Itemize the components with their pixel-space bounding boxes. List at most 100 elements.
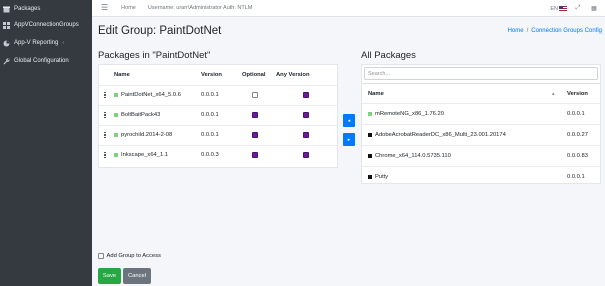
- all-packages-title: All Packages: [361, 50, 416, 61]
- drag-handle-icon[interactable]: [103, 151, 107, 159]
- sidebar-item-appvconnectiongroups[interactable]: AppVConnectionGroups: [0, 16, 79, 34]
- package-name: pyrochild.2014-2-08: [114, 132, 172, 138]
- package-status-icon: [114, 113, 118, 117]
- drag-handle-icon[interactable]: [103, 131, 107, 139]
- package-name: mRemoteNG_x86_1.76.20: [368, 111, 444, 117]
- package-status-icon: [368, 133, 372, 137]
- any-version-checkbox[interactable]: [303, 132, 309, 138]
- package-name-text: Inkscape_x64_1.1: [121, 152, 169, 158]
- package-icon: [3, 6, 10, 13]
- table-row[interactable]: AdobeAcrobatReaderDC_x86_Multi_23.001.20…: [362, 124, 600, 145]
- optional-checkbox[interactable]: [252, 152, 258, 158]
- column-any-version: Any Version: [276, 72, 310, 78]
- package-name-text: PaintDotNet_x64_5.0.6: [121, 92, 181, 98]
- remove-from-group-button[interactable]: ▸: [343, 133, 355, 146]
- save-button[interactable]: Save: [98, 268, 121, 284]
- sidebar: Packages AppVConnectionGroups App-V Repo…: [0, 0, 92, 286]
- optional-checkbox[interactable]: [252, 132, 258, 138]
- add-to-group-button[interactable]: ◂: [343, 114, 355, 127]
- table-row[interactable]: Putty 0.0.0.1: [362, 166, 600, 187]
- breadcrumb: Home / Connection Groups Config: [508, 28, 602, 34]
- user-info: Username: urarr\Administrator Auth: NTLM: [147, 5, 253, 11]
- package-name: Putty: [368, 174, 388, 180]
- package-name-text: mRemoteNG_x86_1.76.20: [375, 111, 444, 117]
- breadcrumb-separator: /: [526, 28, 529, 34]
- package-status-icon: [368, 175, 372, 179]
- package-version: 0.0.0.1: [201, 92, 219, 98]
- chevron-left-icon: ‹: [62, 40, 65, 46]
- grid-icon: [3, 21, 10, 29]
- apps-grid-icon[interactable]: ▦: [589, 5, 599, 12]
- any-version-checkbox[interactable]: [303, 152, 309, 158]
- column-optional: Optional: [242, 72, 266, 78]
- drag-handle-icon[interactable]: [103, 91, 107, 99]
- package-status-icon: [114, 93, 118, 97]
- all-packages-table: Name ▲ Version mRemoteNG_x86_1.76.20 0.0…: [361, 64, 601, 184]
- package-name: Chrome_x64_114.0.5735.110: [368, 153, 451, 159]
- package-name: PaintDotNet_x64_5.0.6: [114, 92, 181, 98]
- table-header: Name ▲ Version: [362, 83, 600, 103]
- sidebar-item-label: Packages: [14, 6, 41, 12]
- package-status-icon: [114, 153, 118, 157]
- package-name: BoltBaitPack43: [114, 112, 160, 118]
- cancel-button[interactable]: Cancel: [123, 268, 151, 284]
- package-status-icon: [114, 133, 118, 137]
- menu-icon[interactable]: ☰: [101, 4, 108, 12]
- any-version-checkbox[interactable]: [303, 92, 309, 98]
- any-version-checkbox[interactable]: [303, 112, 309, 118]
- drag-handle-icon[interactable]: [103, 111, 107, 119]
- package-version: 0.0.0.3: [201, 152, 219, 158]
- package-version: 0.0.0.1: [201, 132, 219, 138]
- sidebar-item-global-configuration[interactable]: Global Configuration: [0, 52, 69, 70]
- package-name-text: pyrochild.2014-2-08: [121, 132, 173, 138]
- optional-checkbox[interactable]: [252, 112, 258, 118]
- fullscreen-icon[interactable]: ⤢: [573, 5, 583, 12]
- table-row: pyrochild.2014-2-08 0.0.0.1: [99, 125, 337, 144]
- group-packages-table: Name Version Optional Any Version PaintD…: [98, 64, 338, 168]
- chart-icon: [3, 40, 10, 47]
- add-group-to-access-checkbox[interactable]: [98, 253, 104, 259]
- package-version: 0.0.0.27: [567, 132, 588, 138]
- table-row: BoltBaitPack43 0.0.0.1: [99, 105, 337, 124]
- us-flag-icon: [559, 5, 567, 12]
- table-row[interactable]: mRemoteNG_x86_1.76.20 0.0.0.1: [362, 103, 600, 124]
- add-group-to-access-label: Add Group to Access: [106, 253, 161, 259]
- table-row[interactable]: Chrome_x64_114.0.5735.110 0.0.0.83: [362, 145, 600, 166]
- column-name: Name: [114, 72, 130, 78]
- package-version: 0.0.0.1: [201, 112, 219, 118]
- package-name: AdobeAcrobatReaderDC_x86_Multi_23.001.20…: [368, 132, 506, 138]
- table-header: Name Version Optional Any Version: [99, 65, 337, 85]
- search-input[interactable]: [364, 67, 598, 80]
- add-group-to-access[interactable]: Add Group to Access: [98, 253, 161, 259]
- top-navbar: ☰ Home Username: urarr\Administrator Aut…: [92, 0, 605, 17]
- package-name: Inkscape_x64_1.1: [114, 152, 168, 158]
- table-row: Inkscape_x64_1.1 0.0.0.3: [99, 145, 337, 164]
- sidebar-item-label: Global Configuration: [14, 58, 69, 64]
- breadcrumb-home[interactable]: Home: [508, 28, 524, 34]
- package-version: 0.0.0.1: [567, 174, 585, 180]
- page-title: Edit Group: PaintDotNet: [98, 25, 222, 37]
- language-label: EN: [550, 5, 558, 12]
- package-name-text: BoltBaitPack43: [121, 112, 161, 118]
- arrow-right-icon: ▸: [347, 136, 351, 143]
- sort-icon[interactable]: ▲: [551, 91, 555, 96]
- nav-home-link[interactable]: Home: [121, 5, 136, 11]
- navbar-right: EN ⤢ ▦: [550, 0, 605, 17]
- sidebar-item-label: AppVConnectionGroups: [14, 22, 79, 28]
- language-selector[interactable]: EN: [550, 5, 567, 12]
- optional-checkbox[interactable]: [252, 92, 258, 98]
- column-version: Version: [201, 72, 222, 78]
- package-version: 0.0.0.83: [567, 153, 588, 159]
- column-name[interactable]: Name: [368, 91, 384, 97]
- package-status-icon: [368, 112, 372, 116]
- breadcrumb-current[interactable]: Connection Groups Config: [531, 28, 602, 34]
- arrow-left-icon: ◂: [347, 117, 351, 124]
- package-name-text: Putty: [375, 174, 389, 180]
- sidebar-item-label: App-V Reporting: [14, 40, 59, 46]
- column-version[interactable]: Version: [567, 91, 588, 97]
- package-name-text: Chrome_x64_114.0.5735.110: [375, 153, 451, 159]
- package-version: 0.0.0.1: [567, 111, 585, 117]
- table-row: PaintDotNet_x64_5.0.6 0.0.0.1: [99, 85, 337, 104]
- sidebar-item-appv-reporting[interactable]: App-V Reporting ‹: [0, 34, 64, 52]
- wrench-icon: [3, 57, 10, 65]
